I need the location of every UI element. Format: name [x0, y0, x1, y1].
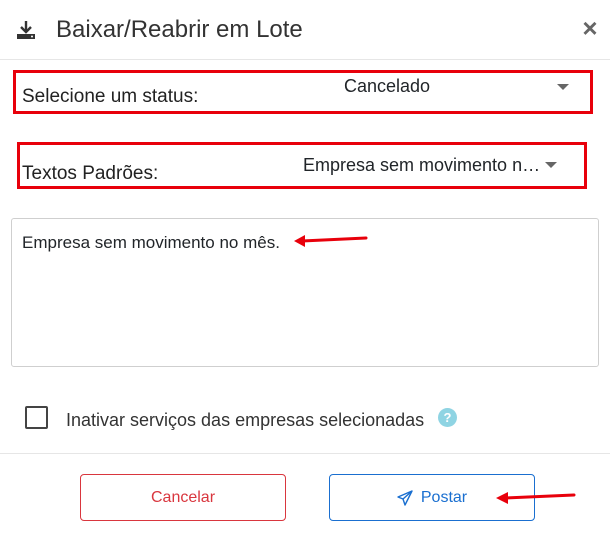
help-icon[interactable]: ?	[438, 408, 457, 427]
status-select[interactable]: Cancelado	[322, 70, 584, 104]
status-label: Selecione um status:	[22, 86, 199, 107]
textos-select[interactable]: Empresa sem movimento no mês.	[297, 148, 567, 182]
cancel-button[interactable]: Cancelar	[80, 474, 286, 521]
footer-divider	[0, 453, 610, 454]
cancel-button-label: Cancelar	[150, 488, 216, 506]
dialog-header: Baixar/Reabrir em Lote ×	[0, 0, 610, 60]
inactivate-services-label: Inativar serviços das empresas seleciona…	[66, 410, 425, 430]
paper-plane-icon	[397, 489, 413, 506]
caret-down-icon	[545, 162, 557, 168]
post-button-label: Postar	[420, 488, 468, 506]
caret-down-icon	[557, 84, 569, 90]
inactivate-services-checkbox[interactable]	[25, 406, 48, 429]
status-selected-value: Cancelado	[344, 76, 431, 96]
textos-label: Textos Padrões:	[22, 163, 159, 184]
annotation-arrow-post	[496, 492, 576, 504]
textos-selected-value: Empresa sem movimento no mês.	[303, 155, 543, 175]
dialog-title: Baixar/Reabrir em Lote	[56, 16, 303, 43]
annotation-arrow-message	[294, 235, 368, 247]
close-icon[interactable]: ×	[578, 14, 602, 42]
download-icon	[17, 21, 35, 39]
